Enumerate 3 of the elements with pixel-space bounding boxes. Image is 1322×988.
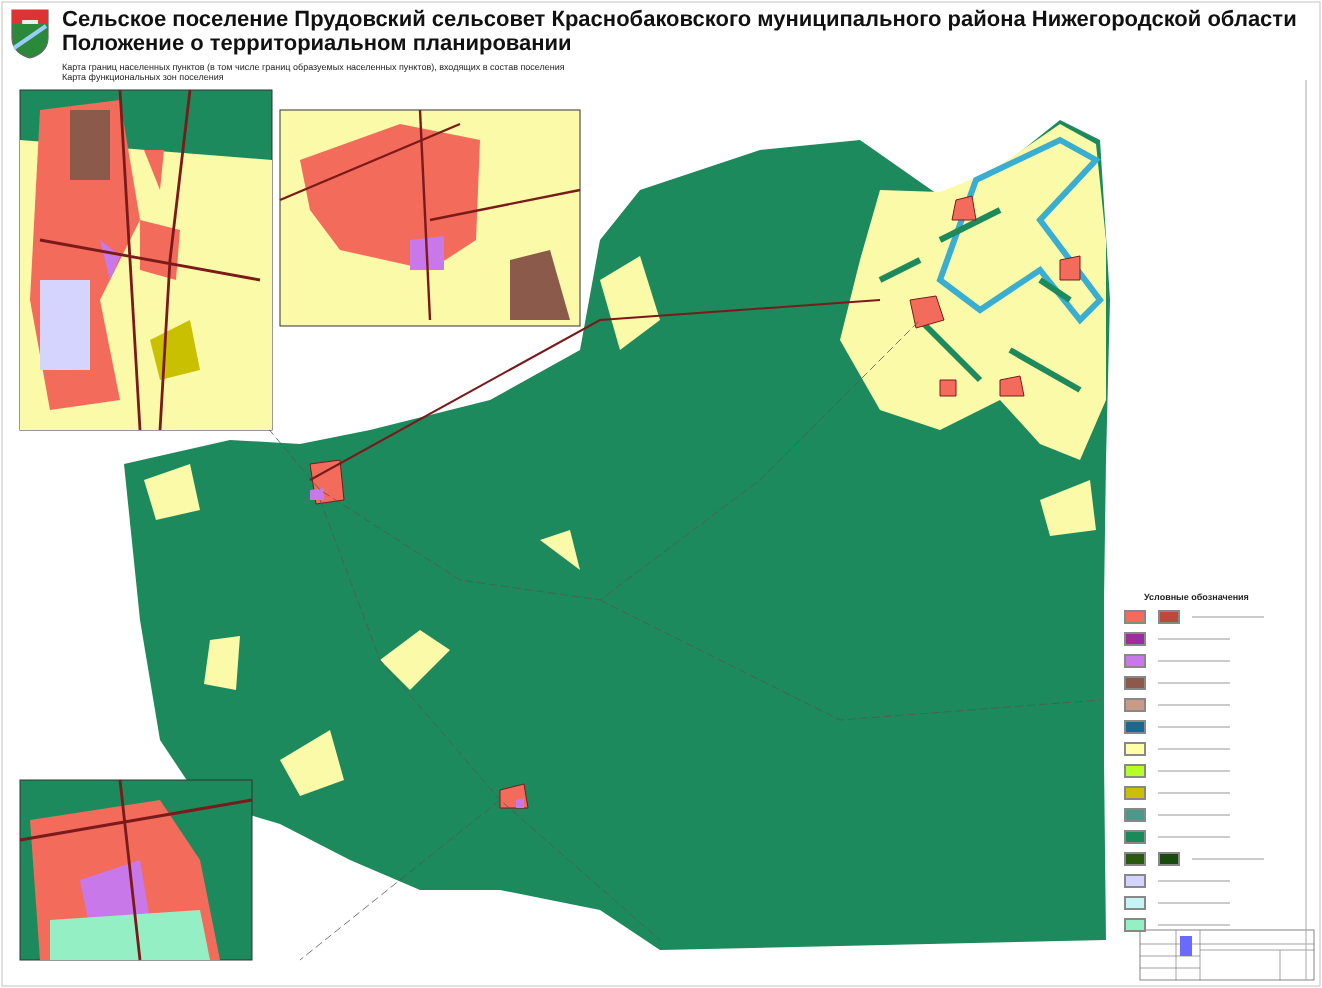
map-title: Сельское поселение Прудовский сельсовет Краснобаковского муниципального района Нижегородской области: [62, 8, 1297, 32]
map-subtitle: Положение о территориальном планировании: [62, 32, 574, 56]
coat-of-arms-icon: [10, 8, 50, 60]
